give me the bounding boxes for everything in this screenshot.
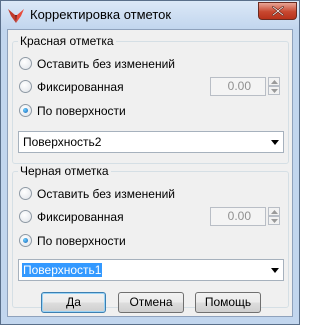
black-mark-legend: Черная отметка	[18, 164, 111, 178]
app-logo-icon	[8, 9, 24, 23]
chevron-down-icon	[271, 268, 279, 273]
radio-label: Оставить без изменений	[37, 57, 175, 71]
chevron-down-icon	[271, 89, 278, 93]
close-icon	[272, 6, 284, 16]
dialog-window: Корректировка отметок Красная отметка Ос…	[0, 0, 300, 325]
spin-up-button[interactable]	[268, 207, 280, 216]
radio-label: Фиксированная	[37, 80, 124, 94]
select-value: Поверхность1	[22, 263, 103, 277]
cancel-button[interactable]: Отмена	[118, 292, 184, 313]
spin-down-button[interactable]	[268, 86, 280, 95]
red-mark-legend: Красная отметка	[18, 34, 116, 48]
spin-down-button[interactable]	[268, 216, 280, 225]
window-title: Корректировка отметок	[30, 7, 172, 22]
radio-indicator[interactable]	[19, 210, 32, 223]
red-fixed-spinner[interactable]	[268, 77, 280, 96]
radio-indicator[interactable]	[19, 104, 32, 117]
radio-indicator[interactable]	[19, 234, 32, 247]
select-value: Поверхность2	[23, 135, 102, 149]
radio-indicator[interactable]	[19, 187, 32, 200]
close-button[interactable]	[258, 2, 297, 20]
radio-label: По поверхности	[37, 104, 126, 118]
black-surface-select[interactable]: Поверхность1	[18, 259, 284, 281]
chevron-down-icon	[271, 140, 279, 145]
black-fixed-spinner[interactable]	[268, 207, 280, 226]
red-fixed-value-input[interactable]: 0.00	[210, 77, 266, 96]
radio-label: По поверхности	[37, 234, 126, 248]
red-mark-group: Красная отметка Оставить без изменений Ф…	[12, 34, 289, 164]
ok-button[interactable]: Да	[41, 292, 106, 313]
chevron-up-icon	[271, 210, 278, 214]
title-bar[interactable]: Корректировка отметок	[1, 1, 299, 29]
radio-label: Фиксированная	[37, 210, 124, 224]
black-mark-group: Черная отметка Оставить без изменений Фи…	[12, 164, 289, 308]
chevron-up-icon	[271, 80, 278, 84]
spin-up-button[interactable]	[268, 77, 280, 86]
radio-indicator[interactable]	[19, 57, 32, 70]
black-fixed-value-input[interactable]: 0.00	[210, 207, 266, 226]
radio-indicator[interactable]	[19, 80, 32, 93]
red-surface-select[interactable]: Поверхность2	[18, 131, 284, 153]
radio-label: Оставить без изменений	[37, 187, 175, 201]
chevron-down-icon	[271, 219, 278, 223]
help-button[interactable]: Помощь	[195, 292, 261, 313]
dialog-body: Красная отметка Оставить без изменений Ф…	[7, 29, 293, 317]
